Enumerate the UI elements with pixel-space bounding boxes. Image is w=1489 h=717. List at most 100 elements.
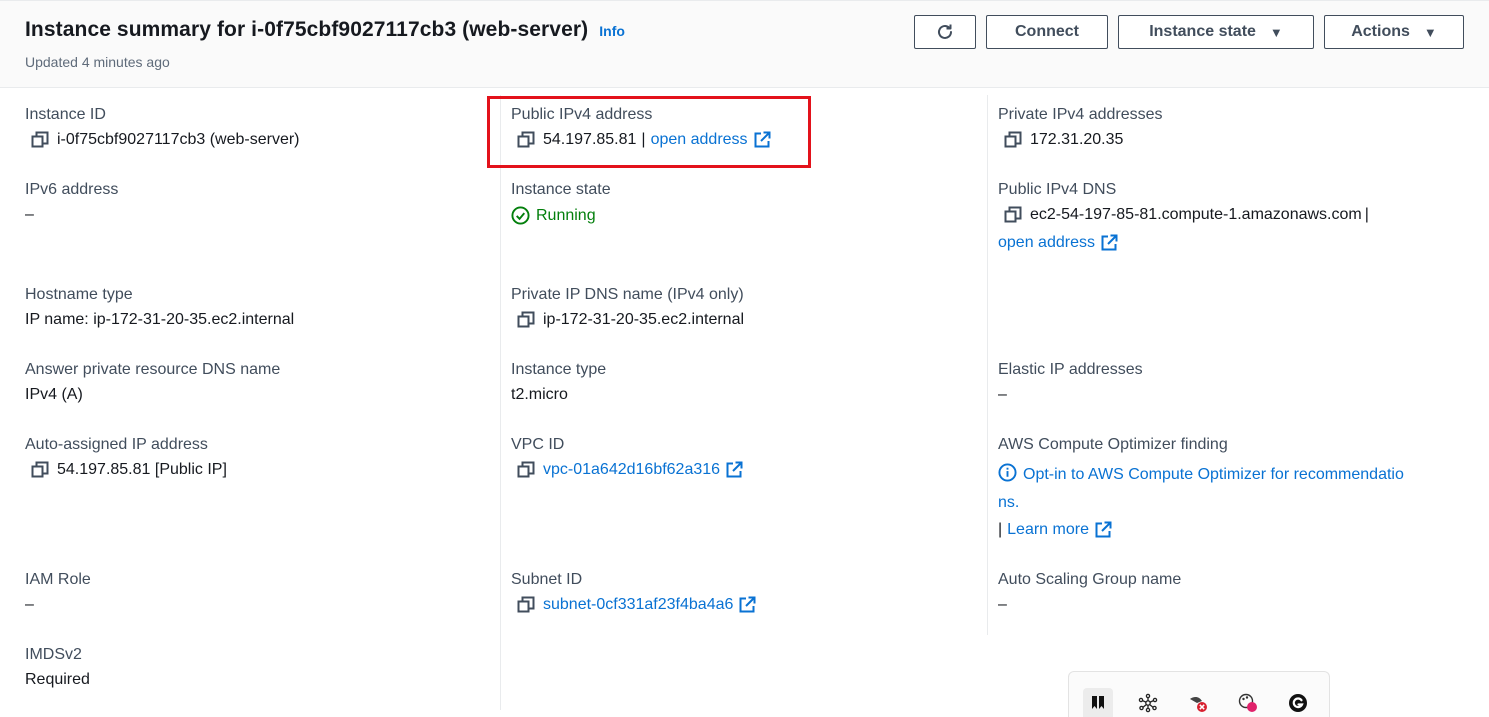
refresh-button[interactable] bbox=[914, 15, 976, 49]
field-value: ec2-54-197-85-81.compute-1.amazonaws.com… bbox=[998, 206, 1369, 224]
field-instance-id: Instance ID i-0f75cbf9027117cb3 (web-ser… bbox=[25, 106, 300, 149]
field-auto-assigned-ip: Auto-assigned IP address 54.197.85.81 [P… bbox=[25, 436, 227, 479]
field-label: Elastic IP addresses bbox=[998, 361, 1143, 378]
field-label: Instance type bbox=[511, 361, 607, 378]
grammar-icon[interactable] bbox=[1283, 688, 1313, 717]
field-value: | Learn more bbox=[998, 521, 1458, 539]
actions-label: Actions bbox=[1351, 23, 1410, 40]
vpc-id-link[interactable]: vpc-01a642d16bf62a316 bbox=[543, 461, 720, 479]
field-value: 54.197.85.81 | open address bbox=[511, 131, 771, 149]
field-compute-optimizer: AWS Compute Optimizer finding Opt-in to … bbox=[998, 436, 1458, 539]
copy-icon[interactable] bbox=[31, 131, 49, 149]
field-value: t2.micro bbox=[511, 386, 568, 403]
learn-more-link[interactable]: Learn more bbox=[1007, 521, 1089, 539]
field-label: IPv6 address bbox=[25, 181, 119, 198]
field-public-ipv4: Public IPv4 address 54.197.85.81 | open … bbox=[511, 106, 771, 149]
field-label: IAM Role bbox=[25, 571, 91, 588]
updated-timestamp: Updated 4 minutes ago bbox=[25, 54, 170, 70]
copy-icon[interactable] bbox=[517, 131, 535, 149]
external-link-icon[interactable] bbox=[725, 461, 743, 479]
field-label: Answer private resource DNS name bbox=[25, 361, 281, 378]
external-link-icon[interactable] bbox=[738, 596, 756, 614]
instance-state-label: Instance state bbox=[1149, 23, 1256, 40]
field-instance-type: Instance type t2.micro bbox=[511, 361, 606, 404]
field-value: Required bbox=[25, 671, 90, 688]
title-row: Instance summary for i-0f75cbf9027117cb3… bbox=[25, 18, 625, 42]
field-label: VPC ID bbox=[511, 436, 565, 453]
field-value: Running bbox=[511, 206, 611, 225]
field-label: Subnet ID bbox=[511, 571, 583, 588]
field-label: Hostname type bbox=[25, 286, 133, 303]
field-value: IPv4 (A) bbox=[25, 386, 83, 403]
field-label: Auto-assigned IP address bbox=[25, 436, 208, 453]
field-value: i-0f75cbf9027117cb3 (web-server) bbox=[25, 131, 300, 149]
copy-icon[interactable] bbox=[517, 311, 535, 329]
field-value: 54.197.85.81 [Public IP] bbox=[25, 461, 227, 479]
field-private-ipv4: Private IPv4 addresses 172.31.20.35 bbox=[998, 106, 1163, 149]
info-link[interactable]: Info bbox=[599, 23, 625, 39]
field-label: AWS Compute Optimizer finding bbox=[998, 436, 1228, 453]
field-value: IP name: ip-172-31-20-35.ec2.internal bbox=[25, 311, 295, 328]
copy-icon[interactable] bbox=[517, 461, 535, 479]
extension-tray bbox=[1068, 671, 1330, 717]
caret-down-icon: ▼ bbox=[1423, 24, 1437, 40]
copy-icon[interactable] bbox=[1004, 206, 1022, 224]
field-value: 172.31.20.35 bbox=[998, 131, 1163, 149]
network-icon[interactable] bbox=[1133, 688, 1163, 717]
field-instance-state: Instance state Running bbox=[511, 181, 611, 225]
field-ipv6-address: IPv6 address – bbox=[25, 181, 118, 224]
field-hostname-type: Hostname type IP name: ip-172-31-20-35.e… bbox=[25, 286, 294, 329]
field-label: Private IP DNS name (IPv4 only) bbox=[511, 286, 744, 303]
column-divider bbox=[500, 95, 501, 710]
field-imdsv2: IMDSv2 Required bbox=[25, 646, 90, 689]
status-running: Running bbox=[536, 206, 596, 224]
instance-state-dropdown[interactable]: Instance state ▼ bbox=[1118, 15, 1314, 49]
field-private-dns: Private IP DNS name (IPv4 only) ip-172-3… bbox=[511, 286, 744, 329]
field-public-dns: Public IPv4 DNS ec2-54-197-85-81.compute… bbox=[998, 181, 1369, 252]
connect-label: Connect bbox=[1015, 23, 1079, 40]
field-label: Instance state bbox=[511, 181, 611, 198]
field-label: IMDSv2 bbox=[25, 646, 82, 663]
copy-icon[interactable] bbox=[31, 461, 49, 479]
field-value: subnet-0cf331af23f4ba4a6 bbox=[511, 596, 756, 614]
column-divider bbox=[987, 95, 988, 635]
field-vpc-id: VPC ID vpc-01a642d16bf62a316 bbox=[511, 436, 743, 479]
external-link-icon[interactable] bbox=[753, 131, 771, 149]
refresh-icon bbox=[938, 24, 952, 39]
field-subnet-id: Subnet ID subnet-0cf331af23f4ba4a6 bbox=[511, 571, 756, 614]
success-check-icon bbox=[511, 206, 530, 225]
open-address-link[interactable]: open address bbox=[651, 131, 748, 149]
palette-icon[interactable] bbox=[1233, 688, 1263, 717]
field-label: Instance ID bbox=[25, 106, 106, 123]
info-circle-icon bbox=[998, 463, 1017, 482]
optimizer-opt-in-link[interactable]: Opt-in to AWS Compute Optimizer for reco… bbox=[998, 461, 1458, 517]
field-answer-dns: Answer private resource DNS name IPv4 (A… bbox=[25, 361, 280, 404]
field-label: Private IPv4 addresses bbox=[998, 106, 1163, 123]
copy-icon[interactable] bbox=[517, 596, 535, 614]
field-value: open address bbox=[998, 234, 1369, 252]
external-link-icon[interactable] bbox=[1100, 234, 1118, 252]
page-title: Instance summary for i-0f75cbf9027117cb3… bbox=[25, 18, 589, 41]
field-value: vpc-01a642d16bf62a316 bbox=[511, 461, 743, 479]
instance-summary-header: Instance summary for i-0f75cbf9027117cb3… bbox=[0, 0, 1489, 88]
field-value: – bbox=[25, 596, 34, 613]
field-label: Public IPv4 address bbox=[511, 106, 653, 123]
blocked-icon[interactable] bbox=[1183, 688, 1213, 717]
field-value: – bbox=[998, 596, 1007, 613]
field-value: – bbox=[998, 386, 1007, 403]
caret-down-icon: ▼ bbox=[1269, 24, 1283, 40]
field-value: ip-172-31-20-35.ec2.internal bbox=[511, 311, 744, 329]
bookmark-icon[interactable] bbox=[1083, 688, 1113, 717]
field-label: Public IPv4 DNS bbox=[998, 181, 1117, 198]
subnet-id-link[interactable]: subnet-0cf331af23f4ba4a6 bbox=[543, 596, 733, 614]
open-address-link[interactable]: open address bbox=[998, 234, 1095, 252]
connect-button[interactable]: Connect bbox=[986, 15, 1108, 49]
copy-icon[interactable] bbox=[1004, 131, 1022, 149]
external-link-icon[interactable] bbox=[1094, 521, 1112, 539]
field-iam-role: IAM Role – bbox=[25, 571, 91, 614]
actions-dropdown[interactable]: Actions ▼ bbox=[1324, 15, 1464, 49]
field-value: – bbox=[25, 206, 34, 223]
field-elastic-ip: Elastic IP addresses – bbox=[998, 361, 1143, 404]
field-label: Auto Scaling Group name bbox=[998, 571, 1182, 588]
field-auto-scaling-group: Auto Scaling Group name – bbox=[998, 571, 1181, 614]
